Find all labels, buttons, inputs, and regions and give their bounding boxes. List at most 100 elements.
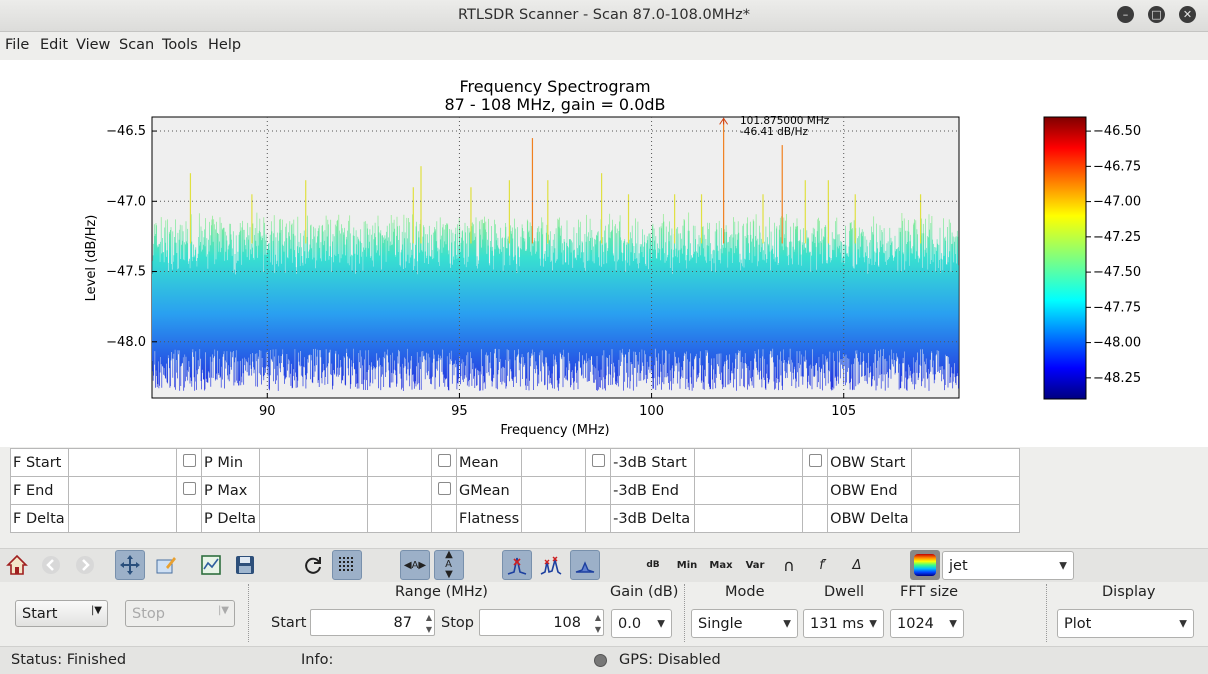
display-label: Display	[1102, 584, 1156, 600]
spin-arrows-icon[interactable]: ▲ ▼	[595, 612, 601, 636]
gain-select[interactable]: 0.0 ▼	[611, 609, 672, 638]
colorbar-tick-label: −48.25	[1093, 371, 1141, 386]
max-button[interactable]: Max	[706, 550, 736, 580]
chart-subtitle: 87 - 108 MHz, gain = 0.0dB	[444, 95, 665, 114]
minimize-icon[interactable]: –	[1117, 6, 1134, 23]
autoscale-y-icon[interactable]: ▲ A ▼	[434, 550, 464, 580]
x-tick-label: 95	[451, 404, 468, 419]
p-min-label: P Min	[201, 448, 260, 477]
menu-file[interactable]: File	[5, 37, 29, 53]
var-button[interactable]: Var	[740, 550, 770, 580]
menu-tools[interactable]: Tools	[162, 37, 198, 53]
colorbar-ticks: −46.50 −46.75 −47.00 −47.25 −47.50 −47.75 −48.…	[1086, 124, 1141, 386]
back-icon[interactable]	[36, 550, 66, 580]
obw-delta-value	[911, 504, 1021, 533]
p-max-label: P Max	[201, 476, 260, 505]
forward-icon[interactable]	[70, 550, 100, 580]
menu-edit[interactable]: Edit	[40, 37, 68, 53]
dwell-select[interactable]: 131 ms ▼	[803, 609, 884, 638]
stop-button[interactable]: Stop |▼	[125, 600, 235, 627]
derivative-button[interactable]: f′	[808, 550, 838, 580]
dwell-value: 131 ms	[810, 615, 864, 632]
gain-label: Gain (dB)	[610, 584, 679, 600]
fill-icon[interactable]	[570, 550, 600, 580]
delta-button[interactable]: Δ	[842, 550, 872, 580]
db-button[interactable]: dB	[638, 550, 668, 580]
refresh-icon[interactable]	[298, 550, 328, 580]
obw-delta-label: OBW Delta	[827, 504, 913, 533]
divider	[1046, 584, 1047, 642]
peaks-icon[interactable]	[536, 550, 566, 580]
p-min-value	[259, 448, 368, 477]
flatness-value	[521, 504, 587, 533]
chevron-down-icon: |▼	[217, 605, 229, 616]
fft-select[interactable]: 1024 ▼	[890, 609, 964, 638]
x-tick-label: 100	[639, 404, 664, 419]
home-icon[interactable]	[2, 550, 32, 580]
colorbar-tick-label: −47.75	[1093, 300, 1141, 315]
flatness-spacer	[431, 504, 457, 533]
x-axis-label: Frequency (MHz)	[500, 423, 609, 438]
start-freq-label: Start	[271, 615, 307, 631]
y-ticks: −46.5 −47.0 −47.5 −48.0	[106, 124, 157, 350]
colormap-select[interactable]: jet ▼	[942, 551, 1074, 580]
min-button[interactable]: Min	[672, 550, 702, 580]
p-delta-extra	[367, 504, 432, 533]
display-value: Plot	[1064, 615, 1092, 632]
spin-arrows-icon[interactable]: ▲ ▼	[426, 612, 432, 636]
3db-delta-spacer	[585, 504, 612, 533]
chevron-down-icon: ▼	[783, 618, 791, 629]
obw-end-value	[911, 476, 1021, 505]
pan-icon[interactable]	[115, 550, 145, 580]
close-icon[interactable]: ✕	[1179, 6, 1196, 23]
stop-freq-label: Stop	[441, 615, 474, 631]
mode-label: Mode	[725, 584, 765, 600]
y-tick-label: −47.5	[106, 265, 146, 280]
mean-label: Mean	[455, 448, 523, 477]
maximize-icon[interactable]: □	[1148, 6, 1165, 23]
colorbar-tick-label: −48.00	[1093, 336, 1141, 351]
3db-checkbox[interactable]	[585, 448, 612, 477]
spectrum-chart[interactable]: Frequency Spectrogram 87 - 108 MHz, gain…	[0, 60, 1208, 447]
peak-icon[interactable]	[502, 550, 532, 580]
gmean-checkbox[interactable]	[431, 476, 457, 505]
obw-start-value	[911, 448, 1021, 477]
p-delta-value	[259, 504, 368, 533]
colorbar-tick-label: −46.75	[1093, 159, 1141, 174]
stop-freq-input[interactable]: 108 ▲ ▼	[479, 609, 604, 636]
gps-text: GPS: Disabled	[619, 652, 721, 668]
start-freq-input[interactable]: 87 ▲ ▼	[310, 609, 435, 636]
title-bar: RTLSDR Scanner - Scan 87.0-108.0MHz* – □…	[0, 0, 1208, 32]
p-min-checkbox[interactable]	[176, 448, 202, 477]
3db-end-label: -3dB End	[610, 476, 696, 505]
p-max-value	[259, 476, 368, 505]
save-icon[interactable]	[230, 550, 260, 580]
obw-delta-spacer	[802, 504, 829, 533]
menu-scan[interactable]: Scan	[119, 37, 154, 53]
chart-title: Frequency Spectrogram	[459, 77, 650, 96]
grid-icon[interactable]	[332, 550, 362, 580]
start-button[interactable]: Start |▼	[15, 600, 108, 627]
f-delta-label: F Delta	[10, 504, 69, 533]
subplot-icon[interactable]	[196, 550, 226, 580]
colorbar-tick-label: −46.50	[1093, 124, 1141, 139]
plot-area[interactable]: Frequency Spectrogram 87 - 108 MHz, gain…	[0, 60, 1208, 447]
edit-axes-icon[interactable]	[151, 550, 181, 580]
obw-start-label: OBW Start	[827, 448, 913, 477]
y-tick-label: −46.5	[106, 124, 146, 139]
p-max-checkbox[interactable]	[176, 476, 202, 505]
smooth-button[interactable]: ∩	[774, 550, 804, 580]
p-delta-label: P Delta	[201, 504, 260, 533]
display-select[interactable]: Plot ▼	[1057, 609, 1194, 638]
mode-select[interactable]: Single ▼	[691, 609, 798, 638]
start-button-label: Start	[22, 605, 58, 622]
menu-view[interactable]: View	[76, 37, 110, 53]
colormap-icon[interactable]	[910, 550, 940, 580]
divider	[684, 584, 685, 642]
measurement-table: F Start P Min Mean -3dB Start OBW Start …	[10, 448, 1021, 533]
autoscale-x-icon[interactable]: ◀A▶	[400, 550, 430, 580]
y-tick-label: −47.0	[106, 194, 146, 209]
menu-help[interactable]: Help	[208, 37, 241, 53]
mean-checkbox[interactable]	[431, 448, 457, 477]
obw-checkbox[interactable]	[802, 448, 829, 477]
